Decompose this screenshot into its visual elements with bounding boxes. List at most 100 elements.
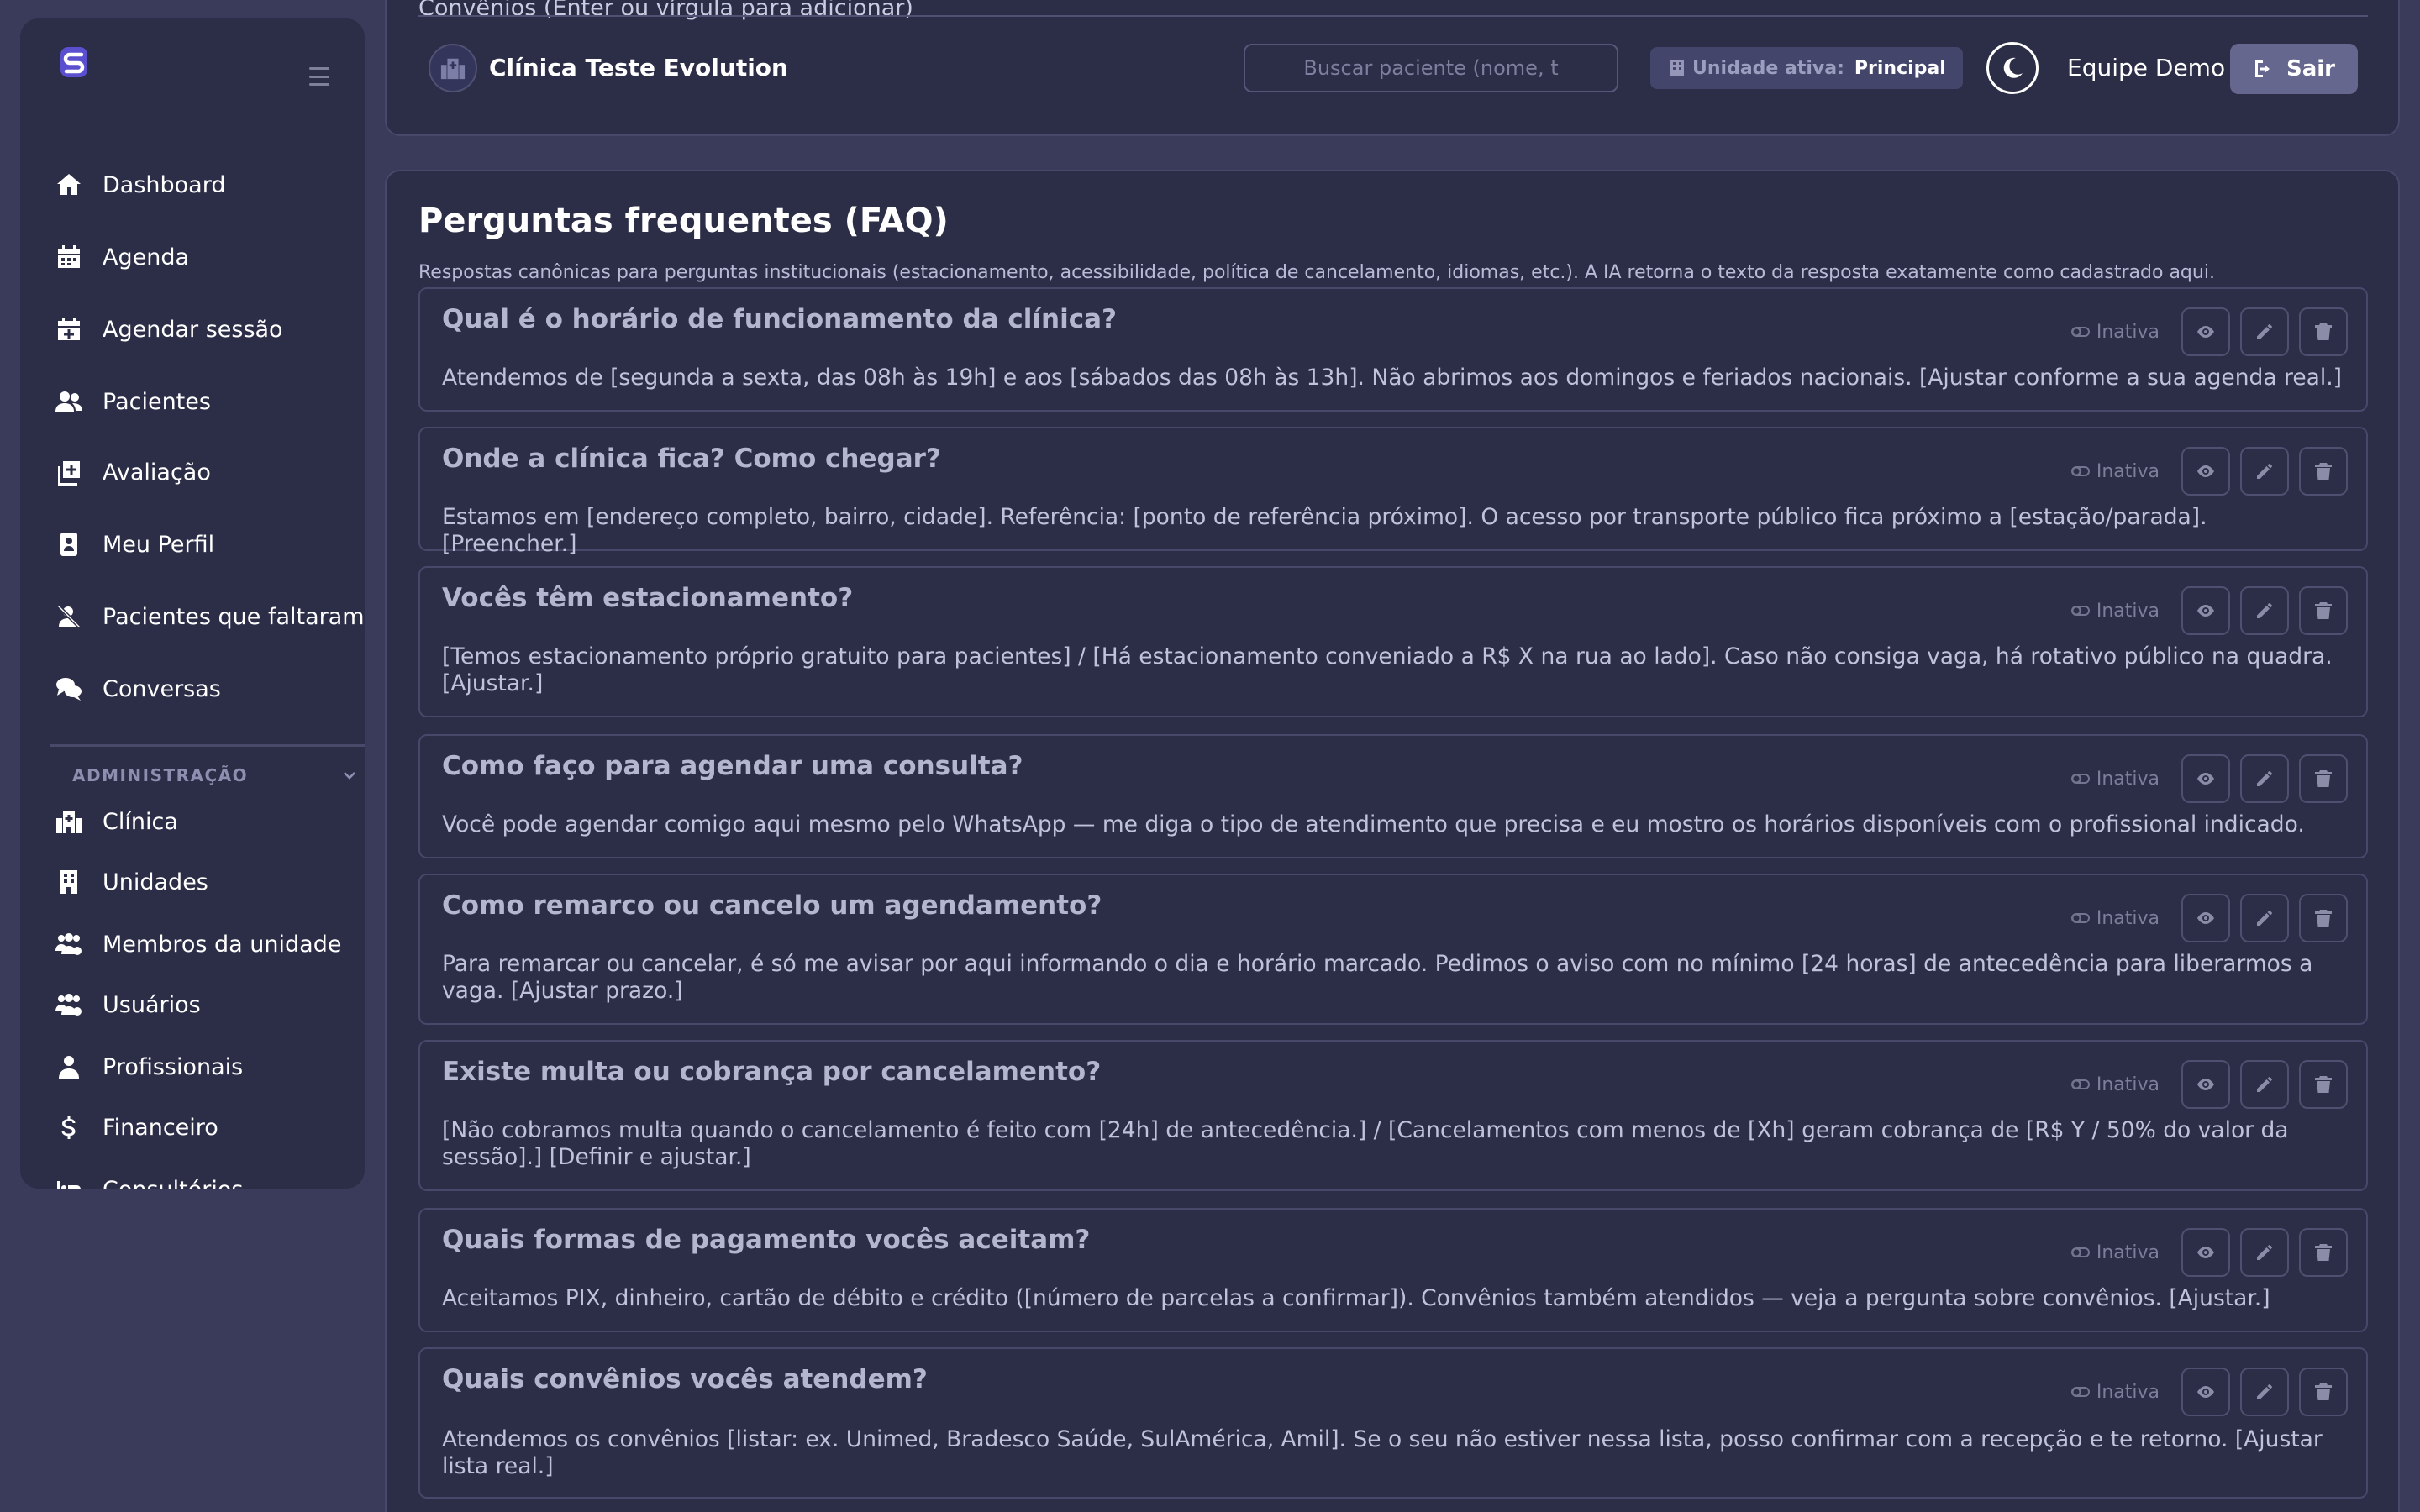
- active-unit-badge[interactable]: Unidade ativa: Principal: [1650, 47, 1963, 89]
- nav-dashboard[interactable]: Dashboard: [54, 160, 365, 210]
- toggle-off-icon: [2070, 1074, 2096, 1095]
- view-button[interactable]: [2181, 1228, 2230, 1277]
- faq-controls: Inativa: [2070, 586, 2348, 635]
- eye-icon: [2196, 461, 2216, 481]
- id-badge-icon: [54, 529, 84, 559]
- nav-membros-unidade[interactable]: Membros da unidade: [54, 919, 365, 969]
- admin-section-toggle[interactable]: ADMINISTRAÇÃO: [72, 763, 358, 788]
- faq-status[interactable]: Inativa: [2070, 1381, 2160, 1403]
- faq-status[interactable]: Inativa: [2070, 1242, 2160, 1263]
- user-doctor-icon: [54, 1052, 84, 1082]
- nav-label: Agenda: [103, 244, 190, 270]
- patient-search-input[interactable]: [1244, 44, 1618, 92]
- view-button[interactable]: [2181, 586, 2230, 635]
- logout-button[interactable]: Sair: [2230, 44, 2358, 94]
- faq-question: Qual é o horário de funcionamento da clí…: [442, 304, 1117, 334]
- nav-label: Unidades: [103, 869, 208, 895]
- faq-controls: Inativa: [2070, 447, 2348, 496]
- edit-button[interactable]: [2240, 307, 2289, 356]
- users-icon: [54, 386, 84, 417]
- theme-toggle-button[interactable]: [1986, 42, 2039, 94]
- delete-button[interactable]: [2299, 1228, 2348, 1277]
- faq-status[interactable]: Inativa: [2070, 321, 2160, 343]
- menu-toggle-icon[interactable]: [309, 67, 329, 86]
- nav-label: Dashboard: [103, 171, 226, 198]
- faq-question: Onde a clínica fica? Como chegar?: [442, 444, 941, 474]
- sidebar-divider: [50, 744, 365, 747]
- faq-item: Onde a clínica fica? Como chegar? Estamos…: [418, 427, 2368, 557]
- faq-item: Qual é o horário de funcionamento da clí…: [418, 287, 2368, 412]
- faq-answer: Estamos em [endereço completo, bairro, c…: [442, 504, 2207, 557]
- nav-financeiro[interactable]: Financeiro: [54, 1102, 365, 1152]
- nav-agenda[interactable]: Agenda: [54, 232, 365, 282]
- view-button[interactable]: [2181, 447, 2230, 496]
- pencil-icon: [2254, 1382, 2275, 1402]
- faq-answer: [Não cobramos multa quando o cancelament…: [442, 1117, 2289, 1170]
- view-button[interactable]: [2181, 1368, 2230, 1416]
- faq-status[interactable]: Inativa: [2070, 600, 2160, 622]
- faq-status[interactable]: Inativa: [2070, 907, 2160, 929]
- toggle-off-icon: [2070, 1242, 2096, 1263]
- pencil-icon: [2254, 322, 2275, 342]
- faq-item: Quais formas de pagamento vocês aceitam?…: [418, 1208, 2368, 1332]
- eye-icon: [2196, 601, 2216, 621]
- faq-status[interactable]: Inativa: [2070, 1074, 2160, 1095]
- view-button[interactable]: [2181, 307, 2230, 356]
- delete-button[interactable]: [2299, 1368, 2348, 1416]
- edit-button[interactable]: [2240, 1228, 2289, 1277]
- trash-icon: [2313, 1382, 2333, 1402]
- faq-controls: Inativa: [2070, 1060, 2348, 1109]
- eye-icon: [2196, 322, 2216, 342]
- edit-button[interactable]: [2240, 1368, 2289, 1416]
- edit-button[interactable]: [2240, 586, 2289, 635]
- status-label: Inativa: [2096, 1381, 2160, 1403]
- faq-status[interactable]: Inativa: [2070, 460, 2160, 482]
- nav-label: Profissionais: [103, 1053, 244, 1080]
- pencil-icon: [2254, 769, 2275, 789]
- bed-icon: [54, 1174, 84, 1189]
- nav-meu-perfil[interactable]: Meu Perfil: [54, 519, 365, 570]
- delete-button[interactable]: [2299, 307, 2348, 356]
- trash-icon: [2313, 601, 2333, 621]
- delete-button[interactable]: [2299, 894, 2348, 942]
- nav-pacientes-faltaram[interactable]: Pacientes que faltaram: [54, 591, 365, 642]
- nav-conversas[interactable]: Conversas: [54, 664, 365, 714]
- status-label: Inativa: [2096, 1074, 2160, 1095]
- delete-button[interactable]: [2299, 754, 2348, 803]
- delete-button[interactable]: [2299, 586, 2348, 635]
- section-title: ADMINISTRAÇÃO: [72, 765, 249, 785]
- nav-usuarios[interactable]: Usuários: [54, 979, 365, 1030]
- nav-profissionais[interactable]: Profissionais: [54, 1042, 365, 1092]
- nav-label: Clínica: [103, 808, 178, 835]
- nav-agendar-sessao[interactable]: Agendar sessão: [54, 304, 365, 354]
- nav-unidades[interactable]: Unidades: [54, 857, 365, 907]
- trash-icon: [2313, 769, 2333, 789]
- edit-button[interactable]: [2240, 754, 2289, 803]
- view-button[interactable]: [2181, 1060, 2230, 1109]
- faq-status[interactable]: Inativa: [2070, 768, 2160, 790]
- faq-controls: Inativa: [2070, 894, 2348, 942]
- view-button[interactable]: [2181, 894, 2230, 942]
- faq-answer: Aceitamos PIX, dinheiro, cartão de débit…: [442, 1285, 2270, 1311]
- trash-icon: [2313, 461, 2333, 481]
- logo-icon[interactable]: [54, 42, 94, 82]
- faq-answer: Atendemos de [segunda a sexta, das 08h à…: [442, 365, 2342, 391]
- nav-avaliacao[interactable]: Avaliação: [54, 447, 365, 497]
- edit-button[interactable]: [2240, 447, 2289, 496]
- delete-button[interactable]: [2299, 1060, 2348, 1109]
- edit-button[interactable]: [2240, 1060, 2289, 1109]
- nav-pacientes[interactable]: Pacientes: [54, 376, 365, 427]
- nav-label: Pacientes: [103, 388, 211, 415]
- faq-question: Quais formas de pagamento vocês aceitam?: [442, 1225, 1091, 1255]
- nav-label: Financeiro: [103, 1114, 218, 1141]
- delete-button[interactable]: [2299, 447, 2348, 496]
- nav-consultorios[interactable]: Consultórios: [54, 1164, 365, 1189]
- pencil-icon: [2254, 908, 2275, 928]
- view-button[interactable]: [2181, 754, 2230, 803]
- nav-label: Usuários: [103, 991, 201, 1018]
- status-label: Inativa: [2096, 907, 2160, 929]
- trash-icon: [2313, 322, 2333, 342]
- edit-button[interactable]: [2240, 894, 2289, 942]
- active-unit-value: Principal: [1854, 57, 1946, 79]
- nav-clinica[interactable]: Clínica: [54, 796, 365, 847]
